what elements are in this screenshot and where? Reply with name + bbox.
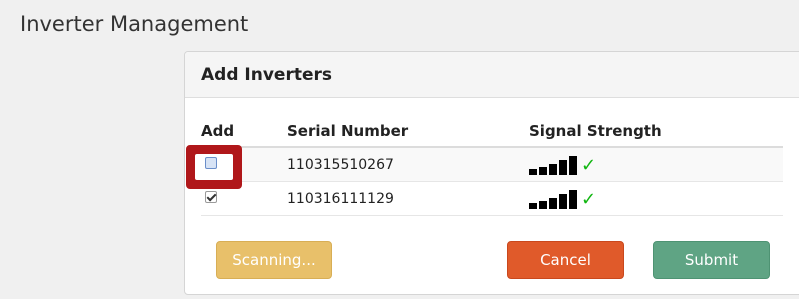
- table-header-row: Add Serial Number Signal Strength: [201, 116, 783, 148]
- column-header-add: Add: [201, 116, 287, 148]
- signal-bars: ✓: [529, 189, 783, 209]
- page-title: Inverter Management: [20, 12, 249, 36]
- serial-number: 110315510267: [287, 147, 529, 182]
- dialog-header: Add Inverters: [185, 52, 799, 98]
- table-row: 110316111129 ✓: [201, 181, 783, 216]
- submit-button[interactable]: Submit: [653, 241, 770, 279]
- table-row: 110315510267 ✓: [186, 144, 783, 189]
- signal-bars: ✓: [529, 155, 783, 175]
- inverters-table: Add Serial Number Signal Strength 110315…: [186, 116, 783, 216]
- scanning-button[interactable]: Scanning...: [216, 241, 332, 279]
- column-header-signal: Signal Strength: [529, 116, 783, 148]
- signal-strength: ✓: [529, 181, 783, 216]
- add-checkbox[interactable]: [205, 190, 217, 203]
- check-icon: ✓: [581, 188, 597, 210]
- add-cell: [186, 144, 287, 189]
- cancel-button[interactable]: Cancel: [507, 241, 624, 279]
- check-icon: ✓: [581, 154, 597, 176]
- add-inverters-dialog: Add Inverters Add Serial Number Signal S…: [184, 51, 799, 295]
- signal-strength: ✓: [529, 147, 783, 182]
- serial-number: 110316111129: [287, 181, 529, 216]
- dialog-title: Add Inverters: [201, 64, 332, 85]
- column-header-serial: Serial Number: [287, 116, 529, 148]
- add-checkbox[interactable]: [205, 156, 217, 169]
